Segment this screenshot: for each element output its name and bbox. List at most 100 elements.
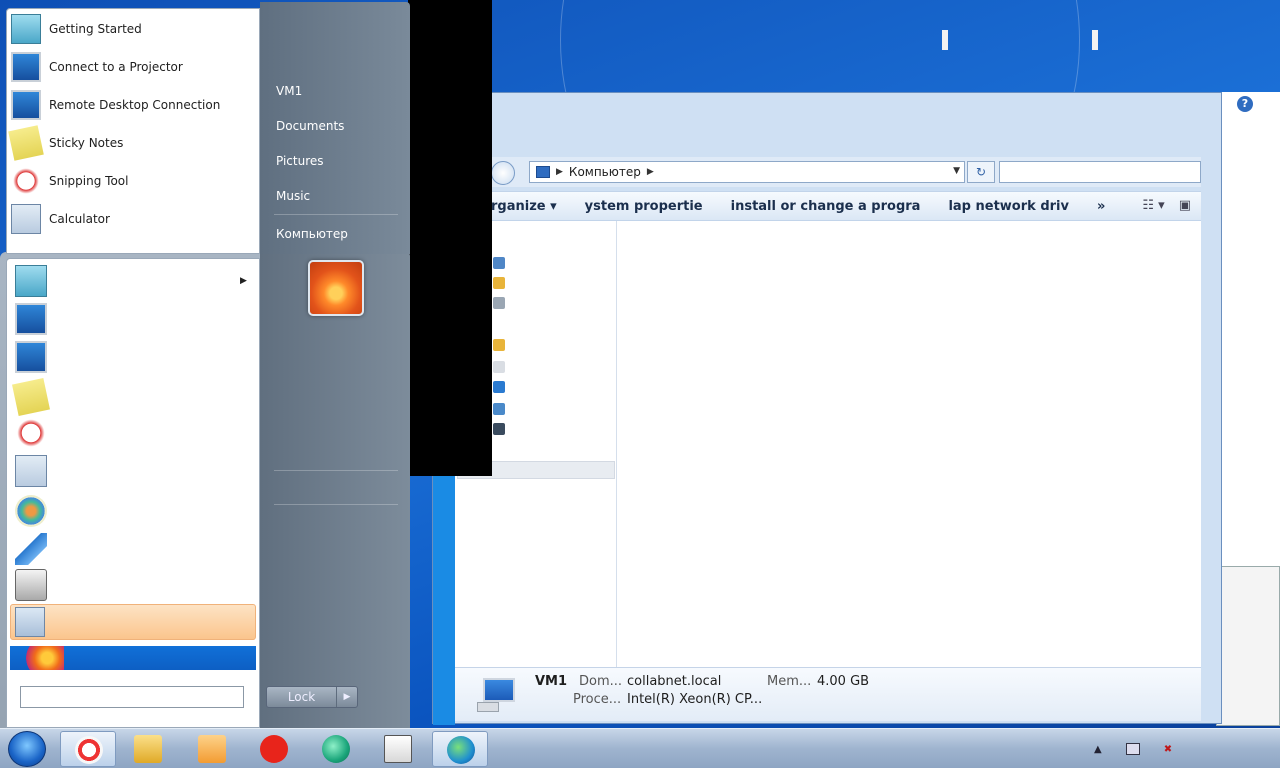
organize-button[interactable]: rganizе ▾: [491, 199, 571, 214]
taskbar-yandex-browser[interactable]: [60, 731, 116, 767]
highlighted-program[interactable]: [10, 604, 256, 640]
send-icon[interactable]: [15, 533, 47, 565]
program-sticky-notes[interactable]: Sticky Notes: [8, 125, 257, 161]
taskbar-network[interactable]: [432, 731, 488, 767]
command-bar: rganizе ▾ ystem propertie install or cha…: [491, 191, 1201, 221]
search-input[interactable]: [999, 161, 1201, 183]
address-toolbar: ▶ Компьютер ▶ ▼ ↻: [491, 157, 1201, 187]
calculator-icon: [11, 204, 41, 234]
link-documents[interactable]: Documents: [276, 119, 344, 133]
memory-label: Mem...: [767, 674, 812, 689]
taskbar-explorer[interactable]: [120, 731, 176, 767]
printer-icon[interactable]: [15, 569, 47, 601]
nav-item-icon[interactable]: [493, 403, 505, 415]
start-menu-links-pane: VM1 Documents Pictures Music Компьютер: [260, 2, 410, 254]
domain-label: Dom...: [579, 674, 623, 689]
sticky-notes-icon: [8, 125, 44, 161]
address-box[interactable]: ▶ Компьютер ▶ ▼: [529, 161, 965, 183]
sticky-notes-icon[interactable]: [12, 378, 50, 416]
lock-label[interactable]: Lock: [267, 687, 337, 707]
taskbar-browser[interactable]: [308, 731, 364, 767]
projector-icon: [11, 52, 41, 82]
refresh-button[interactable]: ↻: [967, 161, 995, 183]
firefox-icon: [22, 646, 64, 670]
calculator-icon[interactable]: [15, 455, 47, 487]
submenu-arrow-icon[interactable]: ▶: [240, 276, 247, 286]
taskbar-media-player[interactable]: [184, 731, 240, 767]
file-explorer-icon: [134, 735, 162, 763]
projector-icon[interactable]: [15, 303, 47, 335]
remote-desktop-icon: [11, 90, 41, 120]
help-icon[interactable]: ?: [1237, 96, 1253, 112]
system-properties-button[interactable]: ystem propertie: [571, 199, 717, 214]
program-getting-started[interactable]: Getting Started: [11, 11, 257, 47]
link-computer[interactable]: Компьютер: [276, 227, 348, 241]
preview-pane-icon[interactable]: ▣: [1179, 198, 1191, 213]
snipping-tool-icon[interactable]: [15, 417, 47, 449]
back-button[interactable]: [491, 161, 515, 185]
nav-item-icon[interactable]: [493, 297, 505, 309]
power-options-arrow-icon[interactable]: ▶: [337, 687, 357, 707]
remote-desktop-icon[interactable]: [15, 341, 47, 373]
selected-program[interactable]: [10, 646, 256, 670]
start-search-input[interactable]: [20, 686, 244, 708]
link-user-folder[interactable]: VM1: [276, 84, 302, 98]
program-icon: [15, 607, 45, 637]
document-icon: [384, 735, 412, 763]
uninstall-program-button[interactable]: install or change a progra: [717, 199, 935, 214]
program-remote-desktop[interactable]: Remote Desktop Connection: [11, 87, 257, 123]
yandex-browser-icon: [75, 736, 103, 764]
link-pictures[interactable]: Pictures: [276, 154, 324, 168]
more-commands-button[interactable]: »: [1083, 199, 1119, 214]
details-pane: VM1 Dom... collabnet.local Mem... 4.00 G…: [455, 667, 1201, 721]
nav-item-icon[interactable]: [493, 361, 505, 373]
secondary-window-lower: [1216, 566, 1280, 726]
nav-item-icon[interactable]: [493, 277, 505, 289]
program-connect-projector[interactable]: Connect to a Projector: [11, 49, 257, 85]
breadcrumb-arrow-icon[interactable]: ▶: [647, 167, 654, 177]
yandex-icon: [260, 735, 288, 763]
system-tray: ▲ ✖: [1084, 737, 1280, 761]
start-menu-pinned: Getting Started Connect to a Projector R…: [6, 8, 260, 254]
nav-item-icon[interactable]: [493, 381, 505, 393]
desktop-mark: [1092, 30, 1098, 50]
taskbar: ▲ ✖: [0, 728, 1280, 768]
lock-button[interactable]: Lock ▶: [266, 686, 358, 708]
breadcrumb-computer[interactable]: Компьютер: [569, 165, 641, 179]
program-snipping-tool[interactable]: Snipping Tool: [11, 163, 257, 199]
black-region: [408, 0, 492, 476]
view-controls: ☷ ▾ ▣: [1142, 198, 1191, 213]
desktop-mark: [942, 30, 948, 50]
domain-value: collabnet.local: [627, 674, 722, 689]
taskbar-document[interactable]: [370, 731, 426, 767]
start-button[interactable]: [8, 731, 46, 767]
processor-value: Intel(R) Xeon(R) CP...: [627, 692, 763, 707]
show-hidden-icons-arrow[interactable]: ▲: [1094, 744, 1102, 755]
getting-started-icon: [11, 14, 41, 44]
taskbar-yandex[interactable]: [246, 731, 302, 767]
explorer-window: ▶ Компьютер ▶ ▼ ↻ rganizе ▾ ystem proper…: [432, 92, 1222, 725]
user-picture[interactable]: [308, 260, 364, 316]
nav-item-icon[interactable]: [493, 339, 505, 351]
network-icon: [447, 736, 475, 764]
map-network-drive-button[interactable]: lap network driv: [934, 199, 1083, 214]
address-dropdown-icon[interactable]: ▼: [953, 166, 960, 176]
computer-icon: [477, 678, 519, 712]
volume-muted-icon[interactable]: ✖: [1164, 744, 1172, 755]
browser-icon: [322, 735, 350, 763]
link-music[interactable]: Music: [276, 189, 310, 203]
network-tray-icon[interactable]: [1125, 743, 1140, 755]
media-player-icon: [198, 735, 226, 763]
breadcrumb-arrow-icon[interactable]: ▶: [556, 167, 563, 177]
computer-icon: [536, 166, 550, 178]
paint-icon[interactable]: [15, 495, 47, 527]
start-menu-right-pane: [260, 252, 410, 728]
getting-started-icon[interactable]: [15, 265, 47, 297]
processor-label: Proce...: [573, 692, 622, 707]
nav-item-icon[interactable]: [493, 423, 505, 435]
snipping-tool-icon: [11, 166, 41, 196]
content-pane[interactable]: [617, 221, 1201, 667]
program-calculator[interactable]: Calculator: [11, 201, 257, 237]
view-options-icon[interactable]: ☷ ▾: [1142, 198, 1164, 213]
nav-item-icon[interactable]: [493, 257, 505, 269]
